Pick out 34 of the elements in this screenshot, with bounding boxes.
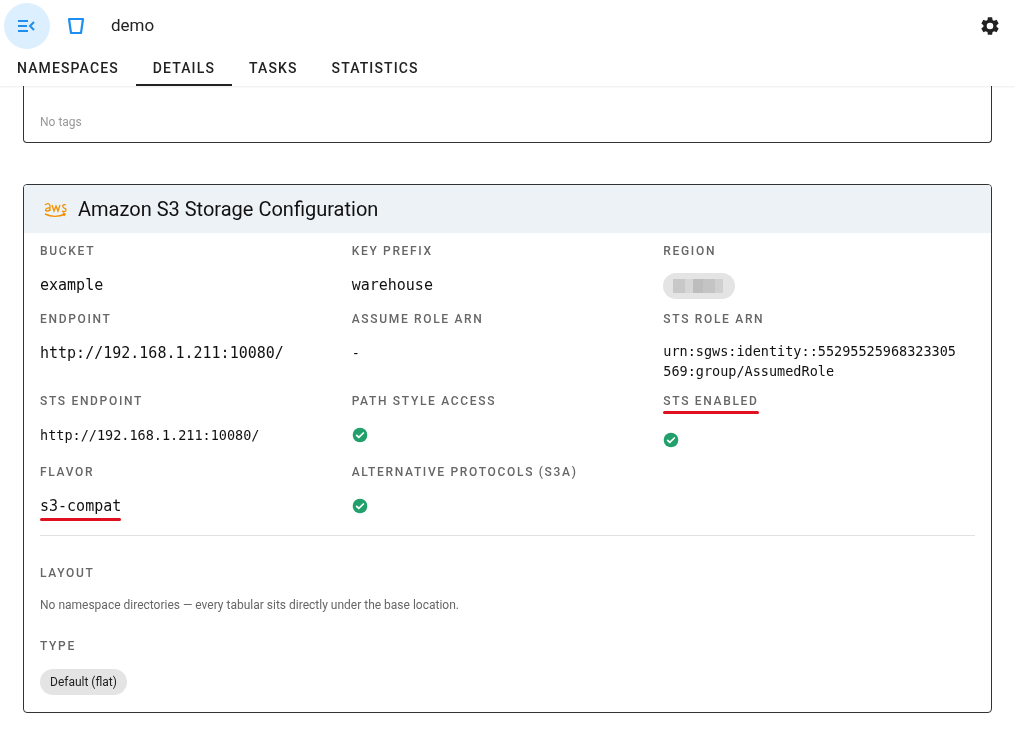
field-value: http://192.168.1.211:10080/ xyxy=(40,426,260,445)
field-label: ASSUME ROLE ARN xyxy=(351,311,484,327)
field-value: warehouse xyxy=(351,275,433,296)
type-chip: Default (flat) xyxy=(40,669,127,695)
field-label: FLAVOR xyxy=(40,464,95,480)
field-label: REGION xyxy=(663,243,717,259)
field-value: urn:sgws:identity::55295525968323305569:group/AssumedRole xyxy=(663,342,957,381)
collapse-menu-button[interactable] xyxy=(4,3,50,49)
section-label: LAYOUT xyxy=(40,565,95,582)
field-value: example xyxy=(40,275,104,296)
field-label: ALTERNATIVE PROTOCOLS (S3A) xyxy=(351,464,578,480)
field-label: STS ENDPOINT xyxy=(40,393,143,409)
field-value: http://192.168.1.211:10080/ xyxy=(40,343,284,364)
field-value: - xyxy=(351,344,360,363)
field-value: s3-compat xyxy=(40,496,122,517)
section-label: TYPE xyxy=(40,638,76,655)
bucket-icon xyxy=(67,17,85,35)
field-label: ENDPOINT xyxy=(40,311,112,327)
card-title: Amazon S3 Storage Configuration xyxy=(78,196,379,223)
field-label: PATH STYLE ACCESS xyxy=(351,393,497,409)
field-label: STS ENABLED xyxy=(663,393,759,409)
tab[interactable]: TASKS xyxy=(232,52,315,86)
field-label: BUCKET xyxy=(40,243,96,259)
field-label: STS ROLE ARN xyxy=(663,311,765,327)
tab[interactable]: STATISTICS xyxy=(314,52,436,86)
tab[interactable]: DETAILS xyxy=(135,52,232,86)
aws-logo-icon xyxy=(42,200,68,218)
settings-icon[interactable] xyxy=(979,15,1001,37)
field-label: KEY PREFIX xyxy=(351,243,433,259)
layout-description: No namespace directories — every tabular sits directly under the base location. xyxy=(40,597,459,614)
app-title: demo xyxy=(111,14,155,38)
collapse-menu-icon xyxy=(17,19,37,33)
empty-tags-text: No tags xyxy=(40,115,82,129)
tab[interactable]: NAMESPACES xyxy=(0,52,136,86)
